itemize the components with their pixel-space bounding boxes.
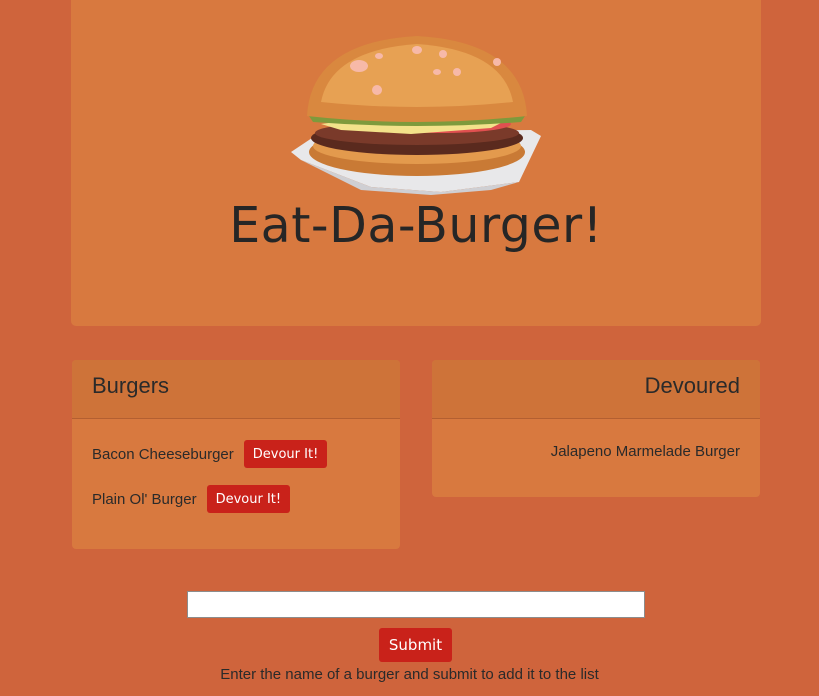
burger-name: Plain Ol' Burger <box>92 490 197 508</box>
burger-name-input[interactable] <box>187 591 645 618</box>
submit-button[interactable]: Submit <box>379 628 452 662</box>
devour-button[interactable]: Devour It! <box>243 440 328 468</box>
burgers-panel: Burgers Bacon Cheeseburger Devour It! Pl… <box>72 360 400 549</box>
devoured-panel-heading: Devoured <box>432 360 760 419</box>
devour-button[interactable]: Devour It! <box>206 485 291 513</box>
helper-text: Enter the name of a burger and submit to… <box>220 666 599 683</box>
list-item: Bacon Cheeseburger Devour It! <box>92 440 328 468</box>
hamburger-icon <box>291 36 541 195</box>
devoured-list-item: Jalapeno Marmelade Burger <box>550 443 740 460</box>
page-title: Eat-Da-Burger! <box>229 197 603 254</box>
hero-banner: Eat-Da-Burger! <box>71 0 761 326</box>
burgers-panel-heading: Burgers <box>72 360 400 419</box>
devoured-panel: Devoured Jalapeno Marmelade Burger <box>432 360 760 497</box>
burger-name: Bacon Cheeseburger <box>92 445 234 463</box>
list-item: Plain Ol' Burger Devour It! <box>92 485 291 513</box>
